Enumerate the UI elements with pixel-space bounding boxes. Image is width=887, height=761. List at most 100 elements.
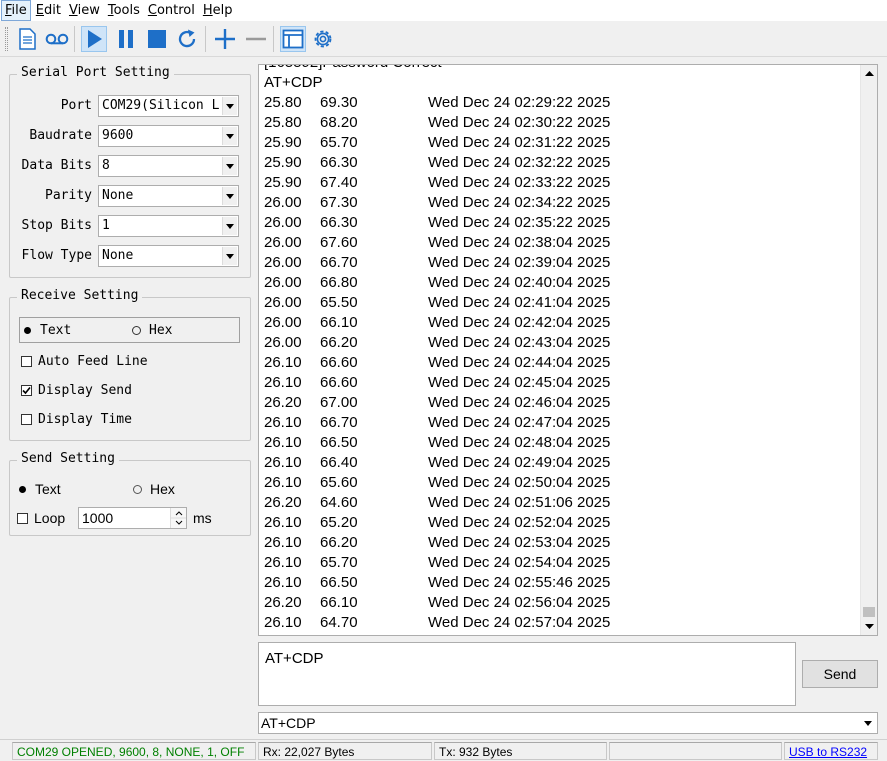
spin-arrows-icon[interactable] [170,508,186,528]
chevron-down-icon [222,127,237,145]
refresh-icon[interactable] [174,26,200,52]
baudrate-select[interactable]: 9600 [98,125,239,147]
log-humidity: 66.10 [320,314,358,331]
receive-text-radio[interactable]: Text [23,323,71,338]
radio-dot-icon [132,326,141,335]
log-timestamp: Wed Dec 24 02:32:22 2025 [428,154,611,171]
parity-select[interactable]: None [98,185,239,207]
play-icon[interactable] [81,26,107,52]
log-line-command: AT+CDP [264,74,323,91]
flow-type-select[interactable]: None [98,245,239,267]
send-hex-radio[interactable]: Hex [133,481,175,497]
log-temperature: 26.10 [264,534,302,551]
log-line: 26.20 67.00 Wed Dec 24 02:46:04 2025 [264,393,610,413]
new-document-icon[interactable] [14,26,40,52]
log-line-partial: [165592]Password Correct [264,65,442,73]
log-humidity: 67.30 [320,194,358,211]
usb-rs232-link[interactable]: USB to RS232 [784,742,878,760]
remove-icon[interactable] [243,26,269,52]
log-temperature: 25.80 [264,94,302,111]
log-line: 26.10 65.60 Wed Dec 24 02:50:04 2025 [264,473,610,493]
checkbox-icon [21,414,32,425]
log-line: 26.10 66.70 Wed Dec 24 02:47:04 2025 [264,413,610,433]
log-line: 26.10 66.20 Wed Dec 24 02:53:04 2025 [264,533,610,553]
log-line: 26.10 66.60 Wed Dec 24 02:44:04 2025 [264,353,610,373]
log-timestamp: Wed Dec 24 02:49:04 2025 [428,454,611,471]
baudrate-label: Baudrate [29,128,92,143]
log-timestamp: Wed Dec 24 02:44:04 2025 [428,354,611,371]
chevron-down-icon [222,157,237,175]
stop-bits-select[interactable]: 1 [98,215,239,237]
log-timestamp: Wed Dec 24 02:43:04 2025 [428,334,611,351]
toolbar [0,21,887,57]
log-line: 26.00 65.50 Wed Dec 24 02:41:04 2025 [264,293,610,313]
chevron-down-icon [222,97,237,115]
menu-view[interactable]: View [66,0,103,21]
receive-output-area[interactable]: [165592]Password Correct AT+CDP 25.80 69.… [258,64,878,636]
log-timestamp: Wed Dec 24 02:57:04 2025 [428,614,611,631]
log-humidity: 68.20 [320,114,358,131]
log-line: 26.00 66.20 Wed Dec 24 02:43:04 2025 [264,333,610,353]
pause-icon[interactable] [113,26,139,52]
log-timestamp: Wed Dec 24 02:55:46 2025 [428,574,611,591]
add-icon[interactable] [212,26,238,52]
send-history-select[interactable]: AT+CDP [258,712,878,734]
menu-control[interactable]: Control [145,0,198,21]
scroll-up-icon[interactable] [861,65,877,82]
record-icon[interactable] [44,26,70,52]
menu-file[interactable]: File [1,0,31,21]
log-timestamp: Wed Dec 24 02:53:04 2025 [428,534,611,551]
stop-icon[interactable] [144,26,170,52]
port-select[interactable]: COM29(Silicon L [98,95,239,117]
send-input[interactable]: AT+CDP [258,642,796,706]
log-line: 26.00 67.60 Wed Dec 24 02:38:04 2025 [264,233,610,253]
log-humidity: 64.70 [320,614,358,631]
send-setting-group-title: Send Setting [17,451,119,466]
scroll-down-icon[interactable] [861,618,877,635]
data-bits-select[interactable]: 8 [98,155,239,177]
menu-edit[interactable]: Edit [33,0,64,21]
receive-hex-radio[interactable]: Hex [132,323,172,338]
log-timestamp: Wed Dec 24 02:34:22 2025 [428,194,611,211]
serial-port-group-title: Serial Port Setting [17,65,174,80]
radio-dot-icon [133,484,142,494]
send-text-radio[interactable]: Text [18,481,61,497]
log-humidity: 66.70 [320,254,358,271]
menu-tools[interactable]: Tools [105,0,143,21]
scroll-thumb[interactable] [863,607,875,617]
log-line: 26.00 66.10 Wed Dec 24 02:42:04 2025 [264,313,610,333]
parity-label: Parity [45,188,92,203]
log-temperature: 26.20 [264,494,302,511]
log-humidity: 65.70 [320,554,358,571]
log-humidity: 66.70 [320,414,358,431]
log-temperature: 26.00 [264,314,302,331]
log-humidity: 67.40 [320,174,358,191]
log-timestamp: Wed Dec 24 02:47:04 2025 [428,414,611,431]
log-temperature: 26.10 [264,574,302,591]
log-temperature: 25.90 [264,154,302,171]
log-temperature: 26.00 [264,194,302,211]
log-temperature: 26.10 [264,614,302,631]
log-temperature: 26.20 [264,594,302,611]
display-send-checkbox[interactable]: Display Send [21,383,132,398]
log-temperature: 26.00 [264,334,302,351]
toolbar-grip[interactable] [5,27,8,51]
log-humidity: 66.50 [320,434,358,451]
loop-interval-stepper[interactable]: 1000 [78,507,187,529]
log-timestamp: Wed Dec 24 02:51:06 2025 [428,494,611,511]
send-button[interactable]: Send [802,660,878,688]
checkbox-icon [21,356,32,367]
display-time-checkbox[interactable]: Display Time [21,412,132,427]
window-icon[interactable] [280,26,306,52]
log-humidity: 69.30 [320,94,358,111]
loop-checkbox[interactable]: Loop [17,510,65,526]
log-temperature: 26.10 [264,454,302,471]
menu-bar: File Edit View Tools Control Help [0,0,887,21]
receive-scrollbar[interactable] [860,65,877,635]
auto-feed-line-checkbox[interactable]: Auto Feed Line [21,354,148,369]
log-humidity: 66.60 [320,354,358,371]
log-temperature: 25.90 [264,174,302,191]
menu-help[interactable]: Help [200,0,236,21]
settings-gear-icon[interactable] [310,26,336,52]
log-timestamp: Wed Dec 24 02:29:22 2025 [428,94,611,111]
